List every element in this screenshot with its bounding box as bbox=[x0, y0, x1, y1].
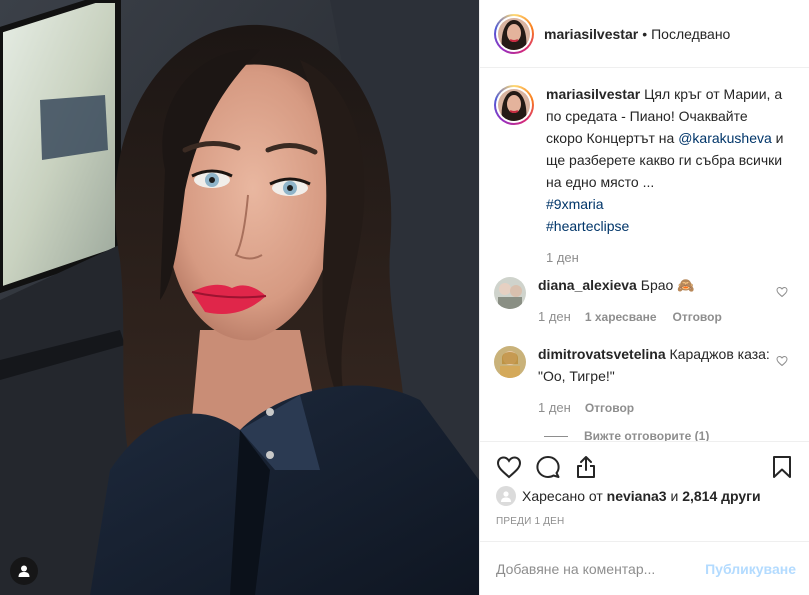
comment-button[interactable] bbox=[536, 455, 560, 479]
hashtag-link[interactable]: #hearteclipse bbox=[546, 218, 629, 234]
comment-item: diana_alexieva Брао 🙈 1 ден 1 харесване … bbox=[494, 277, 794, 328]
hashtag-link[interactable]: #9xmaria bbox=[546, 196, 604, 212]
follow-status-button[interactable]: Последвано bbox=[651, 26, 730, 42]
commenter-avatar[interactable] bbox=[494, 346, 526, 378]
comment-item: dimitrovatsvetelina Караджов каза: "Оо, … bbox=[494, 346, 794, 419]
view-replies-button[interactable]: Вижте отговорите (1) bbox=[544, 429, 794, 441]
author-avatar-image bbox=[498, 17, 530, 50]
caption-time[interactable]: 1 ден bbox=[546, 247, 579, 269]
view-replies-label: Вижте отговорите (1) bbox=[584, 429, 710, 441]
commenter-avatar-image bbox=[494, 277, 526, 309]
save-button[interactable] bbox=[772, 455, 792, 479]
caption-avatar[interactable] bbox=[494, 85, 534, 125]
comment-time[interactable]: 1 ден bbox=[538, 306, 571, 328]
replies-divider bbox=[544, 435, 568, 437]
caption-username[interactable]: mariasilvestar bbox=[546, 86, 640, 102]
comments-list[interactable]: mariasilvestar Цял кръг от Марии, а по с… bbox=[480, 69, 809, 441]
share-icon bbox=[577, 456, 595, 478]
add-comment-section: Публикуване bbox=[480, 541, 809, 595]
commenter-username[interactable]: dimitrovatsvetelina bbox=[538, 346, 666, 362]
user-tag-button[interactable] bbox=[10, 557, 38, 585]
comment-icon bbox=[536, 456, 560, 478]
caption-mention-link[interactable]: @karakusheva bbox=[678, 130, 772, 146]
author-username[interactable]: mariasilvestar bbox=[544, 26, 638, 42]
user-icon bbox=[501, 491, 511, 502]
heart-icon bbox=[496, 456, 522, 479]
caption-avatar-image bbox=[498, 89, 530, 121]
comment-time[interactable]: 1 ден bbox=[538, 397, 571, 419]
post-details-panel: mariasilvestar • Последвано mariasilvest… bbox=[479, 0, 809, 595]
post-photo[interactable] bbox=[0, 0, 479, 595]
comment-input[interactable] bbox=[496, 560, 706, 577]
likes-others-count[interactable]: 2,814 други bbox=[682, 488, 760, 504]
heart-icon bbox=[776, 355, 788, 367]
bookmark-icon bbox=[773, 456, 791, 478]
user-tag-icon bbox=[18, 565, 30, 577]
likes-connector: и bbox=[670, 488, 679, 504]
action-bar bbox=[496, 442, 794, 492]
reply-button[interactable]: Отговор bbox=[585, 397, 634, 419]
post-header: mariasilvestar • Последвано bbox=[480, 0, 809, 68]
liker-avatar[interactable] bbox=[496, 486, 516, 506]
like-comment-button[interactable] bbox=[776, 285, 788, 301]
reply-button[interactable]: Отговор bbox=[673, 306, 722, 328]
likes-prefix: Харесано от bbox=[522, 488, 603, 504]
post-actions-section: Харесано от neviana3 и 2,814 други ПРЕДИ… bbox=[480, 441, 809, 541]
likes-summary: Харесано от neviana3 и 2,814 други bbox=[496, 486, 794, 506]
share-button[interactable] bbox=[574, 455, 598, 479]
post-image bbox=[0, 0, 479, 595]
comment-text: Брао 🙈 bbox=[640, 277, 695, 293]
like-comment-button[interactable] bbox=[776, 354, 788, 370]
heart-icon bbox=[776, 286, 788, 298]
commenter-avatar[interactable] bbox=[494, 277, 526, 309]
commenter-username[interactable]: diana_alexieva bbox=[538, 277, 637, 293]
like-button[interactable] bbox=[496, 455, 522, 479]
author-avatar[interactable] bbox=[494, 13, 534, 54]
header-separator: • bbox=[642, 25, 648, 42]
commenter-avatar-image bbox=[494, 346, 526, 378]
comment-likes[interactable]: 1 харесване bbox=[585, 306, 657, 328]
post-timestamp[interactable]: ПРЕДИ 1 ДЕН bbox=[496, 516, 794, 527]
liker-username[interactable]: neviana3 bbox=[607, 488, 667, 504]
post-comment-button[interactable]: Публикуване bbox=[705, 561, 796, 577]
caption: mariasilvestar Цял кръг от Марии, а по с… bbox=[494, 85, 794, 269]
